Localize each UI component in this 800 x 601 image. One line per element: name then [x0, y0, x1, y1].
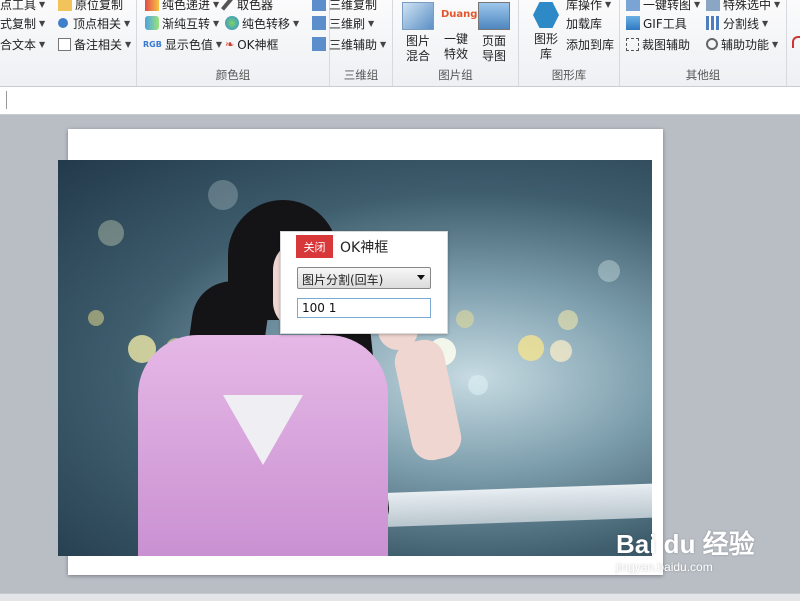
ribbon-item-library-ops[interactable]: 库操作 ▼ [566, 0, 611, 14]
ribbon-group-3d: 三维复制 三维刷 ▼ 三维辅助 ▼ 三维组 [312, 0, 393, 86]
page-image-icon [478, 2, 510, 30]
dialog-title: OK神框 [340, 240, 389, 256]
chevron-down-icon: ▼ [368, 18, 375, 28]
watermark-url: jingyan.baidu.com [616, 560, 713, 574]
chevron-down-icon: ▼ [124, 18, 131, 28]
group-label-3d: 三维组 [343, 68, 379, 82]
gradient-icon [145, 0, 159, 11]
select-icon [706, 0, 720, 11]
ok-box-dialog: 关闭 OK神框 图片分割(回车) [280, 231, 448, 334]
grid-icon [706, 16, 720, 30]
ribbon-item-add-to-library[interactable]: 添加到库 [566, 34, 614, 54]
watermark: Bai du 经验 jingyan.baidu.com [612, 520, 792, 580]
gif-icon [626, 16, 640, 30]
ribbon-group-edit: 点工具 ▼ 式复制 ▼ 合文本 ▼ 原位复制 顶点相关 ▼ 备注相关 ▼ [0, 0, 137, 86]
rgb-icon: RGB [143, 39, 162, 49]
ribbon-item-gradient-convert[interactable]: 渐纯互转 ▼ [145, 13, 219, 33]
convert-icon [626, 0, 640, 11]
color-transfer-icon [225, 16, 239, 30]
ribbon-group-color: 纯色递进 ▼ 渐纯互转 ▼ RGB 显示色值 ▼ 取色器 纯色转移 ▼ ❧ OK神框 颜色组 [137, 0, 330, 86]
chevron-down-icon: ▼ [39, 18, 46, 28]
chevron-down-icon: ▼ [213, 18, 220, 28]
chevron-down-icon [417, 275, 425, 280]
chevron-down-icon: ▼ [694, 0, 701, 9]
chevron-down-icon: ▼ [213, 0, 220, 9]
cube-icon [312, 37, 326, 51]
chevron-down-icon: ▼ [772, 39, 779, 49]
vertex-icon [58, 18, 68, 28]
ribbon-item-split-text[interactable]: 合文本 ▼ [0, 34, 45, 54]
ribbon: 点工具 ▼ 式复制 ▼ 合文本 ▼ 原位复制 顶点相关 ▼ 备注相关 ▼ 纯色递进 ▼ 渐纯… [0, 0, 800, 87]
gear-icon [706, 38, 718, 50]
ribbon-group-other: 一键转图 ▼ GIF工具 裁图辅助 特殊选中 ▼ 分割线 ▼ 辅助功能 ▼ 其他组 [620, 0, 787, 86]
group-label-shape-library: 图形库 [551, 68, 587, 82]
notes-icon [58, 37, 71, 51]
chevron-down-icon: ▼ [39, 0, 46, 9]
chevron-down-icon: ▼ [774, 0, 781, 9]
ribbon-item-in-place-copy[interactable]: 原位复制 [58, 0, 123, 14]
chevron-down-icon: ▼ [215, 39, 222, 49]
duang-icon: Duang [441, 9, 478, 20]
chevron-down-icon: ▼ [293, 18, 300, 28]
ribbon-item-point-tools[interactable]: 点工具 ▼ [0, 0, 45, 14]
chevron-down-icon: ▼ [762, 18, 769, 28]
ribbon-group-picture: 图片 混合 Duang 一键 特效 页面 导图 图片组 [393, 0, 519, 86]
ribbon-item-vertex[interactable]: 顶点相关 ▼ [58, 13, 130, 33]
chevron-down-icon: ▼ [125, 39, 132, 49]
ribbon-item-show-color-value[interactable]: RGB 显示色值 ▼ [143, 34, 222, 54]
ribbon-item-solid-gradient[interactable]: 纯色递进 ▼ [145, 0, 219, 14]
group-label-other: 其他组 [685, 68, 721, 82]
slide-photo[interactable] [58, 160, 652, 556]
ribbon-item-3d-assist[interactable]: 三维辅助 ▼ [312, 34, 386, 54]
ribbon-group-shape-library: 图形 库 库操作 ▼ 加载库 添加到库 图形库 [519, 0, 620, 86]
ribbon-item-ok-box[interactable]: ❧ OK神框 [225, 34, 279, 54]
group-label-color: 颜色组 [215, 68, 251, 82]
cube-icon [312, 0, 326, 11]
ribbon-item-divider-line[interactable]: 分割线 ▼ [706, 13, 768, 33]
ribbon-overflow-icon[interactable] [792, 36, 800, 48]
ribbon-item-gif-tool[interactable]: GIF工具 [626, 13, 687, 33]
chevron-down-icon: ▼ [39, 39, 46, 49]
function-select[interactable]: 图片分割(回车) [297, 267, 431, 289]
ribbon-item-assist-functions[interactable]: 辅助功能 ▼ [706, 34, 778, 54]
eyedropper-icon [220, 0, 234, 11]
ribbon-item-one-click-convert[interactable]: 一键转图 ▼ [626, 0, 700, 14]
hexagon-icon [533, 2, 559, 28]
parameter-input[interactable] [297, 298, 431, 318]
chevron-down-icon: ▼ [380, 39, 387, 49]
ruler-strip [0, 87, 800, 115]
ribbon-item-crop-assist[interactable]: 裁图辅助 [626, 34, 690, 54]
ribbon-item-color-transfer[interactable]: 纯色转移 ▼ [225, 13, 299, 33]
copy-icon [58, 0, 72, 11]
shape-library-button[interactable]: 图形 库 [523, 2, 569, 64]
ribbon-item-format-copy[interactable]: 式复制 ▼ [0, 13, 45, 33]
page-export-button[interactable]: 页面 导图 [471, 2, 517, 64]
swap-icon [145, 16, 159, 30]
ribbon-item-load-library[interactable]: 加载库 [566, 13, 602, 33]
ribbon-item-notes[interactable]: 备注相关 ▼ [58, 34, 131, 54]
ribbon-item-special-select[interactable]: 特殊选中 ▼ [706, 0, 780, 14]
crop-icon [626, 37, 639, 51]
chevron-down-icon: ▼ [605, 0, 612, 9]
group-label-picture: 图片组 [438, 68, 473, 82]
ribbon-item-3d-brush[interactable]: 三维刷 ▼ [312, 13, 374, 33]
ribbon-item-color-picker[interactable]: 取色器 [220, 0, 273, 14]
select-value: 图片分割(回车) [302, 273, 384, 287]
watermark-logo-text: Bai du 经验 [616, 529, 755, 559]
close-button[interactable]: 关闭 [296, 235, 333, 258]
cube-icon [312, 16, 326, 30]
picture-blend-icon [402, 2, 434, 30]
ribbon-item-3d-copy[interactable]: 三维复制 [312, 0, 377, 14]
ok-icon: ❧ [225, 37, 235, 51]
